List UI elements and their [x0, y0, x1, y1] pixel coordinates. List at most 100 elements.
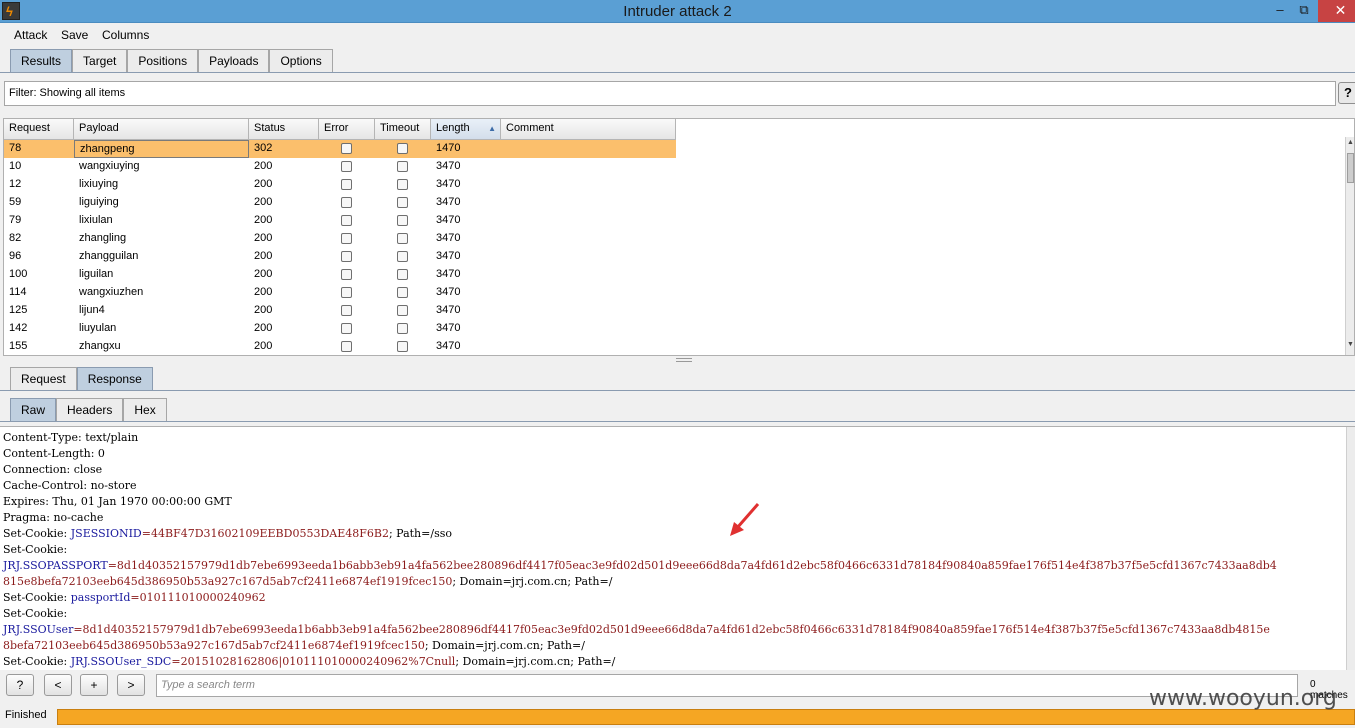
add-match-button[interactable]: + [80, 674, 108, 696]
filter-bar[interactable]: Filter: Showing all items [4, 81, 1336, 106]
sort-ascending-icon: ▲ [488, 124, 496, 133]
error-checkbox[interactable] [341, 251, 352, 262]
error-checkbox[interactable] [341, 179, 352, 190]
cell-length: 3470 [436, 232, 461, 244]
error-checkbox[interactable] [341, 341, 352, 352]
table-row[interactable]: 10 wangxiuying 200 3470 [4, 158, 676, 176]
tab-hex[interactable]: Hex [123, 398, 167, 422]
col-status[interactable]: Status [249, 119, 319, 140]
timeout-checkbox[interactable] [397, 287, 408, 298]
scroll-up-icon[interactable]: ▲ [1346, 139, 1354, 151]
tab-headers[interactable]: Headers [56, 398, 124, 422]
scroll-down-icon[interactable]: ▼ [1346, 341, 1354, 353]
timeout-checkbox[interactable] [397, 233, 408, 244]
table-row[interactable]: 78 zhangpeng 302 1470 [4, 140, 676, 158]
response-scrollbar[interactable] [1346, 427, 1355, 670]
table-row[interactable]: 125 lijun4 200 3470 [4, 302, 676, 320]
error-checkbox[interactable] [341, 161, 352, 172]
help-button[interactable]: ? [6, 674, 34, 696]
response-raw-view[interactable]: Content-Type: text/plain Content-Length: … [0, 426, 1355, 670]
response-line: Content-Type: text/plain [3, 431, 139, 444]
error-checkbox[interactable] [341, 323, 352, 334]
error-checkbox[interactable] [341, 143, 352, 154]
col-error[interactable]: Error [319, 119, 375, 140]
tab-options[interactable]: Options [269, 49, 333, 73]
scroll-thumb[interactable] [1347, 153, 1354, 183]
timeout-checkbox[interactable] [397, 197, 408, 208]
menu-columns[interactable]: Columns [102, 28, 149, 42]
tab-target[interactable]: Target [72, 49, 128, 73]
tab-raw[interactable]: Raw [10, 398, 57, 422]
cell-payload: liuyulan [79, 322, 117, 334]
cell-payload: wangxiuzhen [79, 286, 144, 298]
table-scrollbar[interactable]: ▲ ▼ [1345, 137, 1354, 355]
cell-length: 3470 [436, 214, 461, 226]
cell-comment [501, 266, 676, 284]
timeout-checkbox[interactable] [397, 305, 408, 316]
menu-attack[interactable]: Attack [14, 28, 47, 42]
cell-length: 3470 [436, 250, 461, 262]
minimize-icon[interactable]: – [1267, 0, 1293, 22]
response-text[interactable]: Content-Type: text/plain Content-Length: … [3, 430, 1343, 670]
timeout-checkbox[interactable] [397, 341, 408, 352]
table-row[interactable]: 96 zhangguilan 200 3470 [4, 248, 676, 266]
error-checkbox[interactable] [341, 233, 352, 244]
table-row[interactable]: 82 zhangling 200 3470 [4, 230, 676, 248]
timeout-checkbox[interactable] [397, 269, 408, 280]
cell-comment [501, 140, 676, 158]
cell-status: 200 [254, 304, 273, 316]
table-row[interactable]: 79 lixiulan 200 3470 [4, 212, 676, 230]
timeout-checkbox[interactable] [397, 251, 408, 262]
restore-icon[interactable]: ⧉ [1291, 0, 1317, 22]
error-checkbox[interactable] [341, 287, 352, 298]
search-input[interactable]: Type a search term [156, 674, 1298, 697]
cell-comment [501, 338, 676, 355]
cell-length: 3470 [436, 340, 461, 352]
timeout-checkbox[interactable] [397, 323, 408, 334]
col-request[interactable]: Request [4, 119, 74, 140]
cell-comment [501, 194, 676, 212]
next-match-button[interactable]: > [117, 674, 145, 696]
tab-response[interactable]: Response [76, 367, 153, 391]
cell-status: 200 [254, 286, 273, 298]
split-pane-handle[interactable] [676, 358, 692, 362]
table-row[interactable]: 12 lixiuying 200 3470 [4, 176, 676, 194]
cell-request: 12 [9, 178, 22, 190]
error-checkbox[interactable] [341, 305, 352, 316]
annotation-arrow-icon [730, 503, 760, 536]
previous-match-button[interactable]: < [44, 674, 72, 696]
error-checkbox[interactable] [341, 197, 352, 208]
menu-save[interactable]: Save [61, 28, 88, 42]
tab-payloads[interactable]: Payloads [198, 49, 270, 73]
table-row[interactable]: 142 liuyulan 200 3470 [4, 320, 676, 338]
table-row[interactable]: 100 liguilan 200 3470 [4, 266, 676, 284]
cell-length: 3470 [436, 160, 461, 172]
timeout-checkbox[interactable] [397, 215, 408, 226]
cell-comment [501, 320, 676, 338]
cell-status: 302 [254, 142, 273, 154]
cell-error [319, 284, 375, 302]
col-length[interactable]: Length ▲ [431, 119, 501, 140]
cell-comment [501, 176, 676, 194]
timeout-checkbox[interactable] [397, 161, 408, 172]
tab-positions[interactable]: Positions [127, 49, 199, 73]
cell-timeout [375, 176, 431, 194]
table-row[interactable]: 114 wangxiuzhen 200 3470 [4, 284, 676, 302]
error-checkbox[interactable] [341, 269, 352, 280]
tab-request[interactable]: Request [10, 367, 77, 391]
cell-comment [501, 212, 676, 230]
col-timeout[interactable]: Timeout [375, 119, 431, 140]
table-row[interactable]: 59 liguiying 200 3470 [4, 194, 676, 212]
error-checkbox[interactable] [341, 215, 352, 226]
response-line: Pragma: no-cache [3, 511, 104, 524]
filter-help-button[interactable]: ? [1338, 82, 1355, 104]
col-payload[interactable]: Payload [74, 119, 249, 140]
col-comment[interactable]: Comment [501, 119, 676, 140]
response-line: Set-Cookie: passportId=01011101000024096… [3, 591, 266, 604]
table-row[interactable]: 155 zhangxu 200 3470 [4, 338, 676, 355]
close-icon[interactable]: ✕ [1318, 0, 1355, 22]
cell-error [319, 140, 375, 158]
timeout-checkbox[interactable] [397, 179, 408, 190]
timeout-checkbox[interactable] [397, 143, 408, 154]
tab-results[interactable]: Results [10, 49, 73, 73]
